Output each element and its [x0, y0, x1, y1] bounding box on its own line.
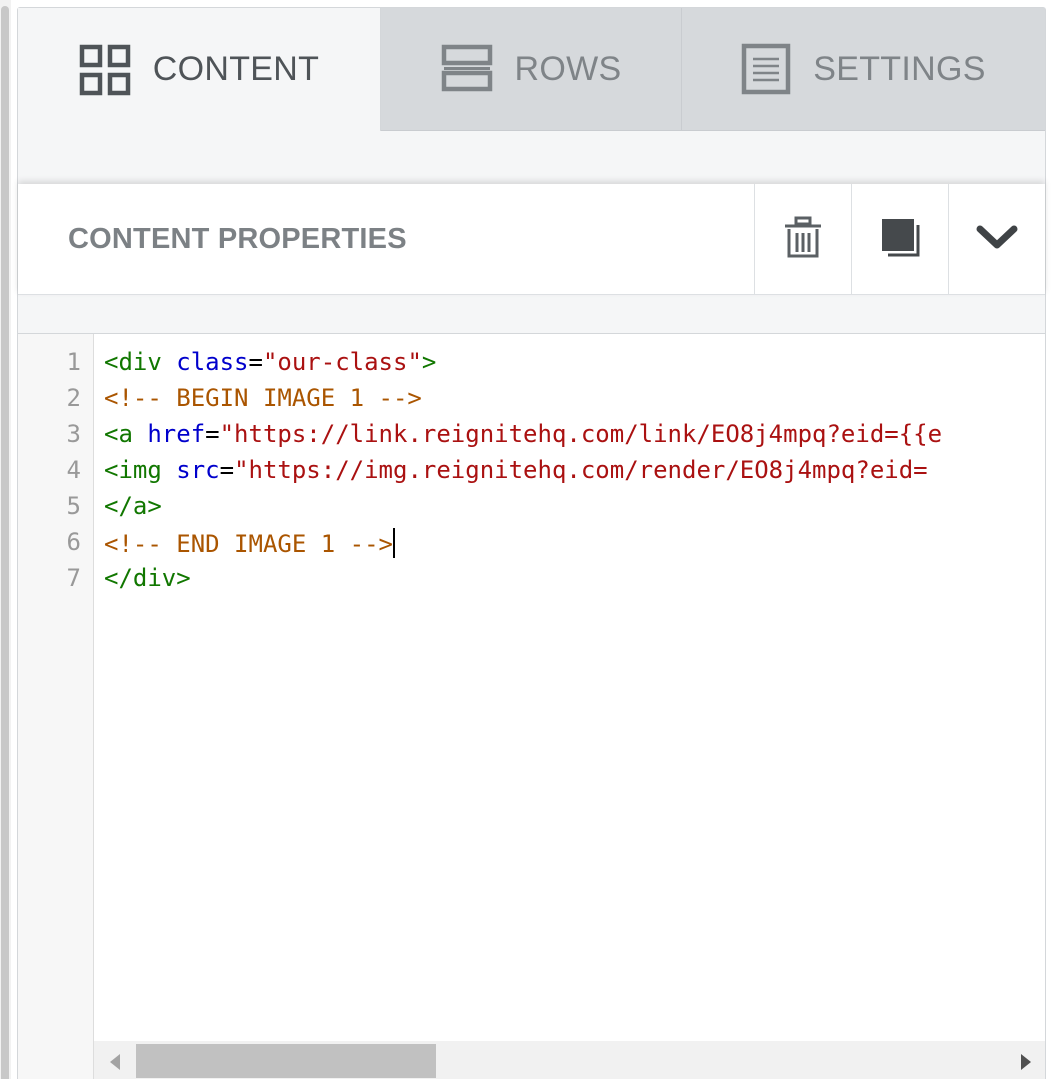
tab-bar: CONTENT ROWS SETTINGS [18, 8, 1045, 132]
tab-rows[interactable]: ROWS [381, 8, 682, 131]
line-number: 5 [66, 492, 81, 520]
outer-scrollbar[interactable] [0, 0, 11, 1079]
code-token: src [176, 456, 220, 484]
code-token: = [248, 348, 263, 376]
code-token: <div [104, 348, 162, 376]
code-token: <a [104, 420, 133, 448]
code-line[interactable]: <div class="our-class"> [104, 348, 436, 376]
line-number: 6 [66, 528, 81, 556]
code-token: <!-- END IMAGE 1 --> [104, 530, 393, 558]
code-token: </div> [104, 564, 191, 592]
code-token: = [205, 420, 220, 448]
line-number-gutter: 1 2 3 4 5 6 7 [18, 334, 94, 1079]
code-line[interactable]: <!-- BEGIN IMAGE 1 --> [104, 384, 422, 412]
code-token: <img [104, 456, 162, 484]
line-number: 1 [66, 348, 81, 376]
code-token: "https://img.reignitehq.com/render/EO8j4… [234, 456, 928, 484]
duplicate-button[interactable] [851, 184, 948, 294]
sidebar-panel: CONTENT ROWS SETTINGS CONTENT PROPERTIES… [17, 7, 1046, 1079]
horizontal-scrollbar-thumb[interactable] [136, 1044, 436, 1078]
line-number: 4 [66, 456, 81, 484]
collapse-button[interactable] [948, 184, 1045, 294]
code-token: > [421, 348, 437, 376]
scroll-left-arrow-icon[interactable] [110, 1054, 120, 1070]
horizontal-scrollbar[interactable] [94, 1041, 1045, 1079]
scroll-right-arrow-icon[interactable] [1021, 1054, 1031, 1070]
code-editor[interactable]: 1 2 3 4 5 6 7 <div class="our-class"> <!-… [18, 333, 1045, 1079]
code-token: = [219, 456, 235, 484]
code-token: "https://link.reignitehq.com/link/EO8j4m… [219, 420, 943, 448]
code-token: href [147, 420, 206, 448]
duplicate-icon [879, 216, 921, 263]
line-number: 7 [66, 564, 81, 592]
code-token: class [176, 348, 249, 376]
outer-scrollbar-thumb[interactable] [1, 6, 9, 1079]
code-line[interactable]: <!-- END IMAGE 1 --> [104, 528, 395, 558]
settings-doc-icon [741, 43, 791, 95]
delete-button[interactable] [754, 184, 851, 294]
tab-rows-label: ROWS [514, 49, 622, 88]
code-token: </a> [104, 492, 162, 520]
tab-settings[interactable]: SETTINGS [682, 8, 1045, 131]
chevron-down-icon [976, 222, 1018, 257]
content-properties-header: CONTENT PROPERTIES [18, 184, 1045, 295]
text-cursor [392, 528, 395, 558]
code-line[interactable]: <img src="https://img.reignitehq.com/ren… [104, 456, 928, 484]
content-properties-title: CONTENT PROPERTIES [68, 222, 407, 255]
tab-content[interactable]: CONTENT [18, 8, 381, 131]
code-line[interactable]: </a> [104, 492, 162, 520]
line-number: 2 [66, 384, 81, 412]
editor-screen: CONTENT ROWS SETTINGS CONTENT PROPERTIES… [0, 0, 1053, 1079]
code-token: "our-class" [262, 348, 422, 376]
grid-icon [79, 44, 131, 96]
trash-icon [783, 215, 823, 264]
code-line[interactable]: </div> [104, 564, 191, 592]
code-line[interactable]: <a href="https://link.reignitehq.com/lin… [104, 420, 942, 448]
tab-content-label: CONTENT [152, 50, 320, 88]
tab-settings-label: SETTINGS [813, 49, 986, 88]
line-number: 3 [66, 420, 81, 448]
rows-icon [441, 43, 493, 95]
code-token: <!-- BEGIN IMAGE 1 --> [104, 384, 422, 412]
